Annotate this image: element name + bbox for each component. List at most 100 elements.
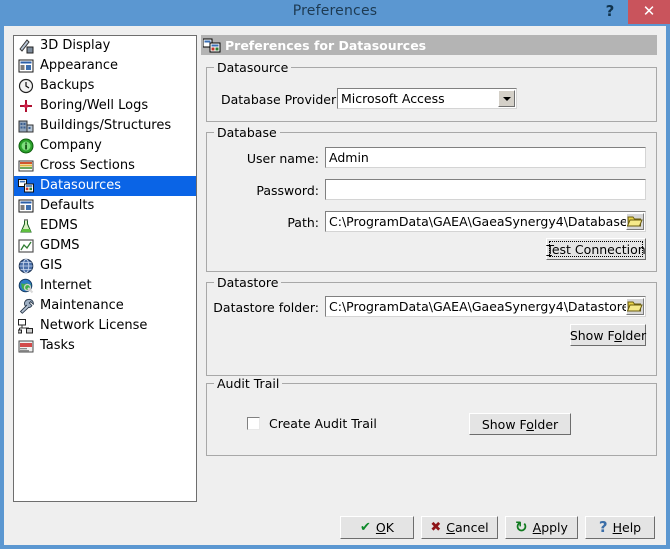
checkbox-box[interactable] — [247, 417, 260, 430]
panel-header-title: Preferences for Datasources — [225, 37, 427, 53]
sidebar-item-label: Company — [40, 138, 102, 153]
preferences-category-tree[interactable]: 3D Display Appearance Backups Boring/Well L… — [13, 35, 197, 502]
database-provider-value: Microsoft Access — [341, 91, 445, 106]
appearance-icon — [18, 58, 36, 74]
create-audit-trail-label: Create Audit Trail — [269, 416, 377, 431]
sidebar-item-network-license[interactable]: Network License — [14, 316, 196, 336]
sidebar-item-label: GIS — [40, 258, 63, 273]
password-input[interactable] — [325, 179, 646, 200]
cancel-button-label: Cancel — [446, 520, 489, 535]
wrench-icon — [18, 298, 36, 314]
test-connection-button[interactable]: Test Connection — [546, 238, 646, 260]
dialog-footer: ✔ OK ✖ Cancel ↻ Apply ? Help — [4, 508, 666, 545]
sidebar-item-edms[interactable]: EDMS — [14, 216, 196, 236]
close-icon[interactable]: ✕ — [628, 0, 670, 24]
focus-ring — [549, 241, 643, 257]
sidebar-item-defaults[interactable]: Defaults — [14, 196, 196, 216]
datastore-folder-input[interactable] — [325, 296, 646, 317]
sidebar-item-internet[interactable]: Internet — [14, 276, 196, 296]
datasources-icon — [202, 38, 221, 53]
database-group-title: Database — [214, 125, 280, 140]
password-label: Password: — [256, 183, 319, 198]
sidebar-item-buildings-structures[interactable]: Buildings/Structures — [14, 116, 196, 136]
window-title: Preferences — [292, 3, 378, 19]
cancel-button[interactable]: ✖ Cancel — [421, 516, 498, 539]
audit-show-folder-label: Show Folder — [481, 416, 559, 432]
chart-icon — [18, 238, 36, 254]
sidebar-item-gis[interactable]: GIS — [14, 256, 196, 276]
sidebar-item-label: Backups — [40, 78, 95, 93]
path-label: Path: — [287, 215, 319, 230]
sidebar-item-maintenance[interactable]: Maintenance — [14, 296, 196, 316]
sidebar-item-backups[interactable]: Backups — [14, 76, 196, 96]
title-bar: Preferences ? ✕ — [0, 0, 670, 26]
tasks-icon — [18, 338, 36, 354]
user-name-label: User name: — [246, 151, 319, 166]
preferences-dialog: Preferences ? ✕ 3D Display Appearance Back… — [0, 0, 670, 549]
x-icon: ✖ — [430, 520, 442, 535]
sidebar-item-label: GDMS — [40, 238, 80, 253]
sidebar-item-label: Cross Sections — [40, 158, 135, 173]
sidebar-item-label: Appearance — [40, 58, 119, 73]
svg-text:i: i — [24, 143, 27, 153]
datasources-icon — [18, 178, 36, 194]
sidebar-item-label: Boring/Well Logs — [40, 98, 149, 113]
dialog-client-area: 3D Display Appearance Backups Boring/Well L… — [4, 26, 666, 545]
open-folder-icon[interactable] — [626, 213, 644, 230]
globe-magnifier-icon — [18, 278, 36, 294]
help-button[interactable]: ? Help — [585, 516, 655, 539]
titlebar-help-button[interactable]: ? — [598, 0, 622, 24]
apply-button[interactable]: ↻ Apply — [505, 516, 578, 539]
sidebar-item-appearance[interactable]: Appearance — [14, 56, 196, 76]
database-provider-select[interactable]: Microsoft Access — [337, 88, 517, 109]
boring-well-logs-icon — [18, 98, 36, 114]
question-icon: ? — [598, 518, 608, 536]
clock-icon — [18, 78, 36, 94]
panel-header: Preferences for Datasources — [201, 35, 657, 55]
sidebar-item-3d-display[interactable]: 3D Display — [14, 36, 196, 56]
sidebar-item-label: EDMS — [40, 218, 78, 233]
defaults-icon — [18, 198, 36, 214]
preferences-detail-panel: Preferences for Datasources Datasource D… — [201, 35, 657, 502]
open-folder-icon[interactable] — [626, 298, 644, 315]
sidebar-item-gdms[interactable]: GDMS — [14, 236, 196, 256]
audit-show-folder-button[interactable]: Show Folder — [469, 413, 571, 435]
sidebar-item-datasources[interactable]: Datasources — [14, 176, 196, 196]
path-input[interactable] — [325, 211, 646, 232]
sidebar-item-label: Network License — [40, 318, 148, 333]
globe-blue-icon — [18, 258, 36, 274]
sidebar-item-boring-well-logs[interactable]: Boring/Well Logs — [14, 96, 196, 116]
ok-button[interactable]: ✔ OK — [340, 516, 414, 539]
network-license-icon — [17, 318, 36, 334]
3d-display-icon — [18, 38, 36, 54]
refresh-icon: ↻ — [515, 518, 528, 536]
sidebar-item-label: Internet — [40, 278, 92, 293]
sidebar-item-company[interactable]: i Company — [14, 136, 196, 156]
sidebar-item-label: Buildings/Structures — [40, 118, 172, 133]
sidebar-item-label: Datasources — [40, 178, 121, 193]
cross-sections-icon — [18, 158, 36, 174]
sidebar-item-tasks[interactable]: Tasks — [14, 336, 196, 356]
sidebar-item-label: Maintenance — [40, 298, 124, 313]
database-provider-label: Database Provider: — [221, 92, 341, 107]
sidebar-item-label: Tasks — [40, 338, 75, 353]
audit-trail-group-title: Audit Trail — [214, 376, 283, 391]
datastore-group-title: Datastore — [214, 275, 282, 290]
datastore-folder-label: Datastore folder: — [213, 300, 319, 315]
user-name-input[interactable] — [325, 147, 646, 168]
flask-icon — [18, 218, 36, 234]
check-icon: ✔ — [360, 520, 371, 535]
datasource-group-title: Datasource — [214, 60, 292, 75]
buildings-icon — [18, 118, 36, 134]
sidebar-item-label: 3D Display — [40, 38, 111, 53]
datastore-show-folder-label: Show Folder — [569, 327, 647, 343]
info-icon: i — [18, 138, 36, 154]
sidebar-item-label: Defaults — [40, 198, 95, 213]
create-audit-trail-checkbox[interactable]: Create Audit Trail — [247, 416, 377, 431]
sidebar-item-cross-sections[interactable]: Cross Sections — [14, 156, 196, 176]
chevron-down-icon[interactable] — [498, 90, 515, 107]
help-button-label: Help — [612, 520, 642, 535]
datastore-show-folder-button[interactable]: Show Folder — [570, 324, 646, 346]
ok-button-label: OK — [375, 520, 394, 535]
apply-button-label: Apply — [532, 520, 568, 535]
